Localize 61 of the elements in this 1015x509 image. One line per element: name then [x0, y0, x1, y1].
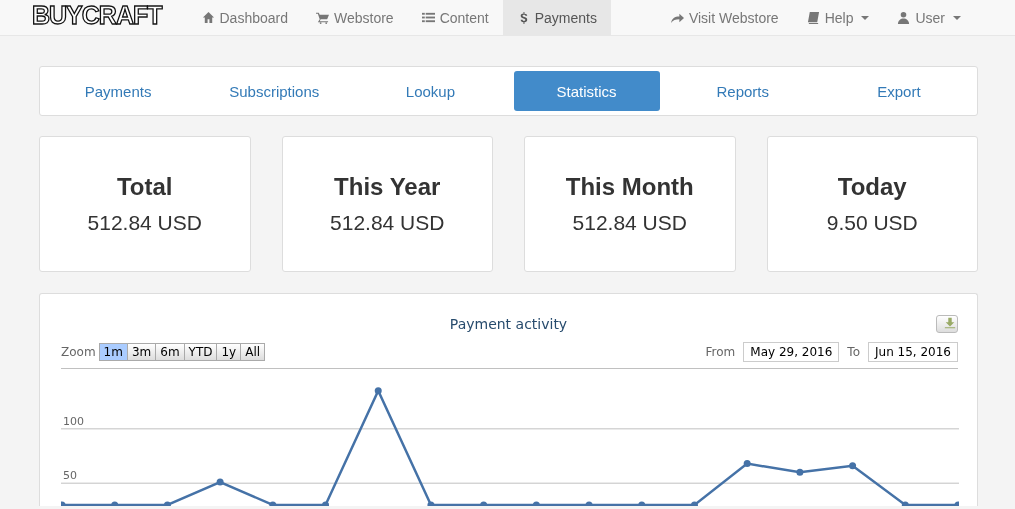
data-point [954, 501, 959, 506]
share-arrow-icon [670, 11, 684, 24]
y-tick-label: 100 [63, 414, 84, 428]
nav-link[interactable]: Content [407, 0, 503, 35]
data-point [901, 501, 909, 506]
data-point [532, 501, 540, 506]
tab[interactable]: Statistics [513, 71, 660, 111]
nav-link[interactable]: Payments [502, 0, 611, 35]
zoom-button[interactable]: 1m [98, 343, 128, 361]
to-date-field[interactable]: Jun 15, 2016 [868, 342, 958, 362]
zoom-button[interactable]: YTD [183, 343, 218, 361]
zoom-button[interactable]: 1y [216, 343, 242, 361]
zoom-button[interactable]: 3m [126, 343, 157, 361]
nav-link[interactable]: Visit Webstore [656, 0, 793, 35]
from-label: From [705, 345, 736, 359]
tab[interactable]: Lookup [357, 71, 504, 111]
stat-title: This Year [334, 173, 441, 201]
data-point [849, 462, 857, 470]
to-label: To [847, 345, 860, 359]
from-date-field[interactable]: May 29, 2016 [743, 342, 840, 362]
cart-icon [316, 11, 329, 24]
tab[interactable]: Export [825, 71, 972, 111]
data-point [796, 468, 804, 476]
stat-value: 512.84 USD [572, 211, 687, 235]
nav-link[interactable]: User [883, 0, 975, 35]
stat-title: This Month [565, 173, 694, 201]
data-point [163, 501, 171, 506]
data-point [585, 501, 593, 506]
zoom-button[interactable]: 6m [155, 343, 185, 361]
y-tick-label: 50 [63, 469, 77, 483]
stat-title: Total [116, 173, 173, 201]
download-button[interactable] [936, 315, 958, 333]
data-point [427, 501, 435, 506]
user-icon [897, 11, 911, 24]
nav-link[interactable]: Dashboard [187, 0, 302, 35]
data-point [638, 501, 646, 506]
stat-title: Today [837, 173, 907, 201]
tab[interactable]: Payments [45, 71, 192, 111]
book-icon [806, 11, 820, 24]
nav-link[interactable]: Webstore [302, 0, 408, 35]
tab[interactable]: Subscriptions [201, 71, 348, 111]
nav-link[interactable]: Help [792, 0, 884, 35]
list-icon [421, 11, 435, 24]
tab[interactable]: Reports [669, 71, 816, 111]
download-icon [943, 317, 957, 329]
stat-value: 9.50 USD [826, 211, 918, 235]
data-point [374, 387, 382, 395]
data-point [111, 501, 119, 506]
stat-value: 512.84 USD [330, 211, 445, 235]
chart-title: Payment activity [449, 316, 568, 332]
data-point [480, 501, 488, 506]
stat-value: 512.84 USD [87, 211, 202, 235]
data-point [690, 501, 698, 506]
data-point [216, 478, 224, 486]
data-point [322, 501, 330, 506]
data-point [743, 460, 751, 468]
data-point [61, 501, 66, 506]
home-icon [201, 11, 215, 24]
zoom-button[interactable]: All [240, 343, 266, 361]
zoom-label: Zoom [61, 345, 96, 359]
data-point [269, 501, 277, 506]
